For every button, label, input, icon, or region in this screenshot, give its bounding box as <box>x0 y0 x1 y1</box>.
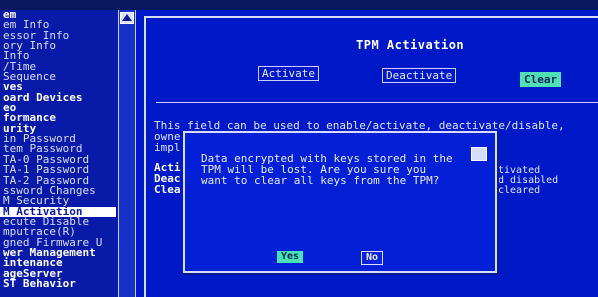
pane-border-top <box>144 16 598 18</box>
description-line: This field can be used to enable/activat… <box>154 120 565 131</box>
dialog-message: Data encrypted with keys stored in the T… <box>201 153 453 186</box>
bios-screen: em em Info essor Info ory Info Info/Time Sequ… <box>0 0 598 297</box>
page-title: TPM Activation <box>356 38 465 52</box>
option-names: Acti Deac Clea <box>154 162 181 195</box>
option-name: Clea <box>154 183 181 196</box>
menu-item[interactable]: ST Behavior <box>0 278 118 289</box>
pane-border-left <box>144 16 146 297</box>
deactivate-option[interactable]: Deactivate <box>382 68 457 83</box>
menu-list: em em Info essor Info ory Info Info/Time Sequ… <box>0 10 118 289</box>
menu-scrollbar[interactable] <box>118 10 136 297</box>
top-strip <box>0 0 598 10</box>
scroll-up-arrow-icon[interactable] <box>120 12 134 24</box>
section-divider <box>156 102 598 103</box>
confirm-clear-dialog: Data encrypted with keys stored in the T… <box>183 131 497 273</box>
menu-item[interactable]: oard Devices <box>0 92 118 103</box>
dialog-scroll-icon <box>471 147 487 161</box>
clear-option[interactable]: Clear <box>520 72 562 87</box>
activate-option[interactable]: Activate <box>258 66 319 81</box>
option-notes: tivated d disabled cleared <box>498 166 558 196</box>
dialog-line: want to clear all keys from the TPM? <box>201 174 440 187</box>
no-button[interactable]: No <box>361 251 384 265</box>
option-note: cleared <box>498 185 541 196</box>
yes-button[interactable]: Yes <box>277 251 304 263</box>
left-menu: em em Info essor Info ory Info Info/Time Sequ… <box>0 10 118 297</box>
